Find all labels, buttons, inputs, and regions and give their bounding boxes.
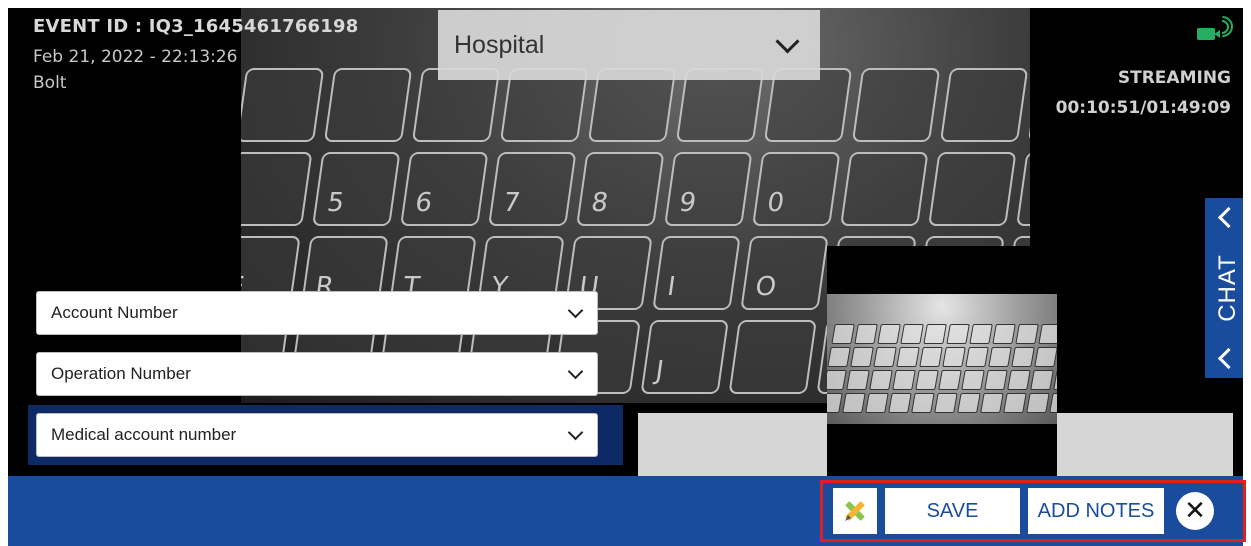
chevron-left-icon [1217, 206, 1239, 229]
chevron-left-icon [1217, 347, 1239, 370]
pip-keyboard-key [877, 324, 901, 344]
keyboard-key: 5 [312, 152, 401, 226]
pip-keyboard-key [1007, 370, 1031, 390]
pip-keyboard-key [946, 324, 970, 344]
location-select[interactable]: Hospital [438, 10, 820, 80]
pip-keyboard-key [965, 347, 989, 367]
keyboard-key: J [640, 320, 729, 394]
close-icon: ✕ [1184, 496, 1206, 526]
chat-tab-label: CHAT [1214, 254, 1241, 322]
medical-account-number-select-value: Medical account number [51, 425, 237, 444]
pip-keyboard-key [984, 370, 1008, 390]
pip-keyboard-key [1011, 347, 1035, 367]
location-select-value: Hospital [454, 30, 545, 59]
medical-account-number-select[interactable]: Medical account number [36, 413, 598, 457]
pip-keyboard-key [854, 324, 878, 344]
pip-keyboard-key [961, 370, 985, 390]
chevron-down-icon [567, 302, 584, 319]
pip-keyboard-key [900, 324, 924, 344]
keyboard-key [728, 320, 817, 394]
pip-keyboard-image [827, 324, 1057, 413]
keyboard-key: I [652, 236, 741, 310]
event-id: EVENT ID : IQ3_1645461766198 [33, 16, 359, 37]
pip-keyboard-key [892, 370, 916, 390]
stream-status-label: STREAMING [1117, 68, 1231, 88]
keyboard-key [1016, 152, 1030, 226]
keyboard-key: O [740, 236, 829, 310]
keyboard-key [928, 152, 1017, 226]
pip-keyboard-key [911, 393, 935, 413]
chevron-down-icon [567, 424, 584, 441]
event-datetime: Feb 21, 2022 - 22:13:26 [33, 47, 238, 67]
pip-keyboard-key [827, 370, 847, 390]
pip-keyboard-key [1053, 370, 1057, 390]
pip-keyboard-key [873, 347, 897, 367]
keyboard-key [939, 68, 1029, 142]
pip-keyboard-key [869, 370, 893, 390]
event-meta: EVENT ID : IQ3_1645461766198 Feb 21, 202… [33, 16, 358, 93]
chevron-down-icon [775, 28, 800, 54]
save-button[interactable]: SAVE [885, 488, 1020, 534]
action-group: SAVE ADD NOTES ✕ [820, 480, 1246, 542]
pip-keyboard-key [934, 393, 958, 413]
bottom-toolbar: SAVE ADD NOTES ✕ [8, 476, 1246, 546]
pip-keyboard-key [1003, 393, 1027, 413]
pip-keyboard-key [831, 324, 855, 344]
chevron-down-icon [567, 363, 584, 380]
pip-keyboard-key [1034, 347, 1057, 367]
add-notes-button[interactable]: ADD NOTES [1028, 488, 1164, 534]
pip-video-feed [827, 294, 1057, 424]
keyboard-key: 0 [752, 152, 841, 226]
account-number-select[interactable]: Account Number [36, 291, 598, 335]
pip-keyboard-key [1015, 324, 1039, 344]
pip-keyboard-key [1026, 393, 1050, 413]
operation-number-select-value: Operation Number [51, 364, 191, 383]
video-streaming-icon [1197, 11, 1238, 44]
pip-keyboard-key [992, 324, 1016, 344]
keyboard-key: 8 [576, 152, 665, 226]
pip-keyboard-key [988, 347, 1012, 367]
pip-keyboard-key [896, 347, 920, 367]
close-button[interactable]: ✕ [1176, 492, 1214, 530]
pip-keyboard-key [942, 347, 966, 367]
stream-status: STREAMING 00:10:51/01:49:09 [1055, 11, 1238, 118]
event-name: Bolt [33, 73, 67, 93]
pip-keyboard-key [888, 393, 912, 413]
keyboard-key [1027, 68, 1030, 142]
field-selectors: Account Number Operation Number Medical … [28, 291, 628, 465]
video-stream: 567890ERTYUIOPHJ EVENT ID : IQ3_16454617… [8, 8, 1243, 476]
selected-field-highlight: Medical account number [28, 405, 623, 465]
pip-keyboard-key [938, 370, 962, 390]
pencil-ruler-icon [845, 501, 865, 521]
pip-keyboard-key [1030, 370, 1054, 390]
pip-keyboard-key [957, 393, 981, 413]
pip-keyboard-key [915, 370, 939, 390]
pip-keyboard-key [1049, 393, 1057, 413]
keyboard-key: 7 [488, 152, 577, 226]
pip-keyboard-key [919, 347, 943, 367]
pip-keyboard-key [865, 393, 889, 413]
keyboard-key [840, 152, 929, 226]
operation-number-select[interactable]: Operation Number [36, 352, 598, 396]
pip-keyboard-key [846, 370, 870, 390]
pip-keyboard-key [842, 393, 866, 413]
pip-keyboard-key [923, 324, 947, 344]
pip-keyboard-key [850, 347, 874, 367]
keyboard-key [241, 152, 313, 226]
keyboard-key [851, 68, 941, 142]
pip-keyboard-key [827, 347, 851, 367]
stream-time: 00:10:51/01:49:09 [1055, 98, 1231, 118]
picture-in-picture-video[interactable] [827, 246, 1057, 476]
account-number-select-value: Account Number [51, 303, 178, 322]
pip-keyboard-key [969, 324, 993, 344]
pip-keyboard-key [1038, 324, 1057, 344]
chat-tab[interactable]: CHAT [1205, 198, 1243, 378]
keyboard-key: 9 [664, 152, 753, 226]
pip-keyboard-key [980, 393, 1004, 413]
pip-keyboard-key [827, 393, 843, 413]
app-screen: 567890ERTYUIOPHJ EVENT ID : IQ3_16454617… [0, 0, 1251, 546]
annotate-tool-button[interactable] [833, 488, 877, 534]
keyboard-key: 6 [400, 152, 489, 226]
